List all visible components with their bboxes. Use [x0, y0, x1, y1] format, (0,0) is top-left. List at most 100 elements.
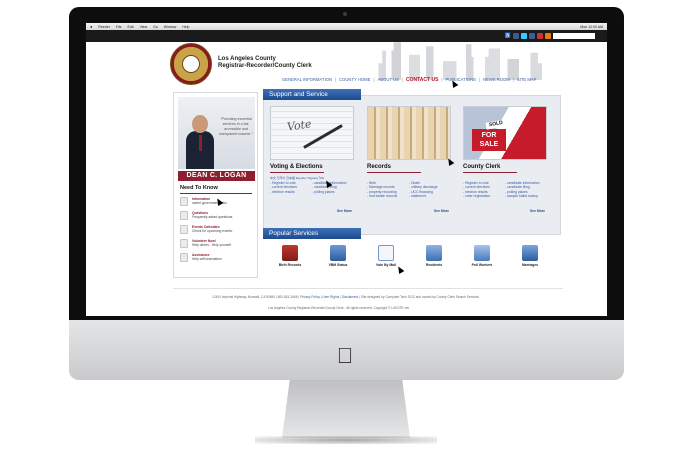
question-icon [180, 211, 188, 220]
list-item[interactable]: Assistance Help with translation [180, 253, 256, 264]
service-label: VBM Status [328, 263, 348, 267]
vote-word: Vote [286, 117, 313, 134]
poll-workers-icon [474, 245, 490, 261]
calendar-icon [180, 225, 188, 234]
card-links-left: - Birth - Marriage records - property re… [367, 181, 397, 198]
information-icon [180, 197, 188, 206]
records-card: Records - Birth - Marriage records - pro… [367, 106, 451, 224]
popular-services-title: Popular Services [263, 228, 361, 239]
voting-elections-card: Vote Voting & Elections 中文 한국어 日本語 Españ… [270, 106, 354, 224]
service-label: Poll Workers [471, 263, 493, 267]
see-more-link[interactable]: See More [530, 209, 545, 213]
portrait-photo: "Providing essential services in a fair,… [178, 97, 255, 169]
card-link[interactable]: - voter registration [463, 194, 490, 198]
service-vbm-status[interactable]: VBM Status [318, 245, 358, 267]
list-item-text: Help with translation [192, 257, 222, 261]
menubar-clock: Mon 12:00 AM [580, 24, 603, 29]
for-sale-sign: FOR SALE [472, 129, 506, 151]
user-rights-link[interactable]: User Rights [323, 295, 340, 299]
popular-services: Birth Records VBM Status Vote By Mail Re… [270, 245, 550, 267]
card-links-right: - Death - military discharge - UCC finan… [409, 181, 437, 198]
nav-about-us[interactable]: ABOUT US [378, 77, 399, 83]
see-more-link[interactable]: See More [434, 209, 449, 213]
org-name-line2: Registrar-Recorder/County Clerk [218, 63, 312, 69]
site-search-input[interactable] [553, 33, 595, 39]
service-vote-by-mail[interactable]: Vote By Mail [366, 245, 406, 267]
org-name-line1: Los Angeles County [218, 56, 276, 62]
disclaimers-link[interactable]: Disclaimers [342, 295, 358, 299]
list-item[interactable]: Questions Frequently asked questions. [180, 211, 256, 222]
need-to-know-divider [180, 193, 252, 194]
youtube-icon[interactable] [537, 33, 543, 39]
card-link[interactable]: - sample ballot lookup [505, 194, 540, 198]
menu-item[interactable]: Window [164, 25, 176, 29]
service-marriages[interactable]: Marriages [510, 245, 550, 267]
voting-image[interactable]: Vote [270, 106, 354, 160]
records-image[interactable] [367, 106, 451, 160]
nav-contact-us[interactable]: CONTACT US [406, 77, 438, 83]
card-link[interactable]: - current elections [270, 185, 297, 189]
service-poll-workers[interactable]: Poll Workers [462, 245, 502, 267]
card-link[interactable]: - polling places [312, 190, 347, 194]
portrait-tie [199, 135, 202, 151]
card-link[interactable]: - Marriage records [367, 185, 397, 189]
apple-menu-icon[interactable]: ● [90, 24, 92, 29]
county-clerk-image[interactable]: FOR SALE SOLD [463, 106, 547, 160]
profile-quote: "Providing essential services in a fair,… [219, 117, 253, 136]
volunteer-icon [180, 239, 188, 248]
card-title[interactable]: County Clerk [463, 164, 500, 170]
card-link[interactable]: - election results [270, 190, 297, 194]
menu-item[interactable]: File [116, 25, 122, 29]
apple-logo-icon:  [334, 344, 356, 368]
profile-name[interactable]: DEAN C. LOGAN [178, 171, 255, 181]
service-birth-records[interactable]: Birth Records [270, 245, 310, 267]
residents-icon [426, 245, 442, 261]
rss-icon[interactable] [545, 33, 551, 39]
menu-item[interactable]: Edit [128, 25, 134, 29]
see-more-link[interactable]: See More [337, 209, 352, 213]
privacy-policy-link[interactable]: Privacy Policy [300, 295, 320, 299]
nav-county-home[interactable]: COUNTY HOME [339, 77, 370, 83]
assistance-icon [180, 253, 188, 262]
flickr-icon[interactable] [529, 33, 535, 39]
card-link[interactable]: - statement [409, 194, 437, 198]
menu-item[interactable]: Go [153, 25, 158, 29]
menu-item[interactable]: Reeder [98, 25, 109, 29]
footer-contact: 12400 Imperial Highway, Norwalk, CA 9065… [212, 295, 480, 299]
envelope-icon [378, 245, 394, 261]
list-item[interactable]: Volunteer Now! Help others - Help yoursel… [180, 239, 256, 250]
card-link[interactable]: - current elections [463, 185, 490, 189]
card-divider [463, 172, 517, 173]
support-service-title: Support and Service [263, 89, 361, 100]
card-title[interactable]: Records [367, 164, 391, 170]
list-item-text: Help others - Help yourself [192, 243, 232, 247]
footer-copyright: Los Angeles County Registrar-Recorder/Co… [268, 306, 410, 310]
menu-item[interactable]: View [140, 25, 148, 29]
nav-general-information[interactable]: GENERAL INFORMATION [282, 77, 332, 83]
list-item-text: Frequently asked questions. [192, 215, 234, 219]
card-divider [367, 172, 421, 173]
county-clerk-card: FOR SALE SOLD County Clerk - Register to… [463, 106, 547, 224]
accessibility-icon[interactable]: ♿ [505, 33, 511, 39]
service-residents[interactable]: Residents [414, 245, 454, 267]
profile-panel: "Providing essential services in a fair,… [173, 92, 258, 278]
marriages-icon [522, 245, 538, 261]
service-label: Marriages [521, 263, 539, 267]
footer-divider [173, 288, 563, 289]
card-title[interactable]: Voting & Elections [270, 164, 323, 170]
nav-site-map[interactable]: SITE MAP [517, 77, 537, 83]
org-name[interactable]: Los Angeles County Registrar-Recorder/Co… [218, 56, 312, 70]
card-link[interactable]: - real estate records [367, 194, 397, 198]
card-links-left: - Register to vote - current elections -… [270, 181, 297, 194]
menu-item[interactable]: Help [182, 25, 189, 29]
stand-shadow [255, 436, 437, 444]
card-divider [270, 172, 324, 173]
facebook-icon[interactable] [513, 33, 519, 39]
list-item[interactable]: Events Calendars Check for upcoming event… [180, 225, 256, 236]
imac-mockup:  ● Reeder File Edit View Go Window Help… [0, 0, 693, 456]
card-link[interactable]: - military discharge [409, 185, 437, 189]
nav-news-room[interactable]: NEWS ROOM [483, 77, 510, 83]
twitter-icon[interactable] [521, 33, 527, 39]
service-label: Birth Records [278, 263, 302, 267]
mac-menubar: ● Reeder File Edit View Go Window Help M… [86, 23, 607, 30]
